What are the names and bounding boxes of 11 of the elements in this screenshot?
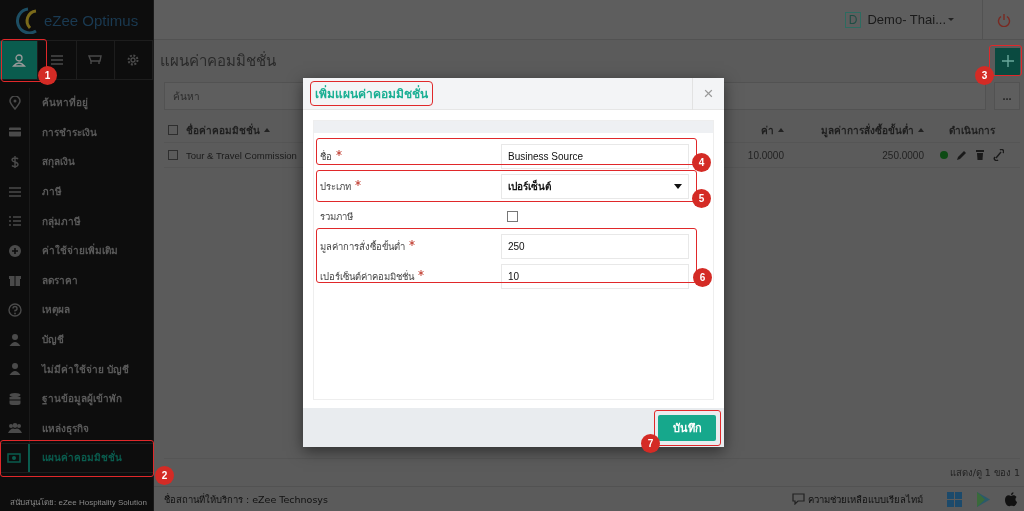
app-logo-text: eZee Optimus [44,11,139,29]
field-label: เปอร์เซ็นต์ค่าคอมมิชชั่น [320,269,414,284]
field-label: มูลค่าการสั่งซื้อขั้นต่ำ [320,239,405,254]
field-label: ชื่อ [320,149,332,164]
field-label: รวมภาษี [320,209,353,224]
provider-text: ชื่อสถานที่ให้บริการ : eZee Technosys [164,492,329,507]
field-label: ประเภท [320,179,351,194]
dialog-title: เพิ่มแผนค่าคอมมิชชั่น [311,82,432,105]
sidebar-footer-text: สนับสนุนโดย: eZee Hospitality Solution [9,497,148,509]
table-cell: Tour & Travel Commission [186,149,297,161]
property-badge: D [844,11,862,28]
